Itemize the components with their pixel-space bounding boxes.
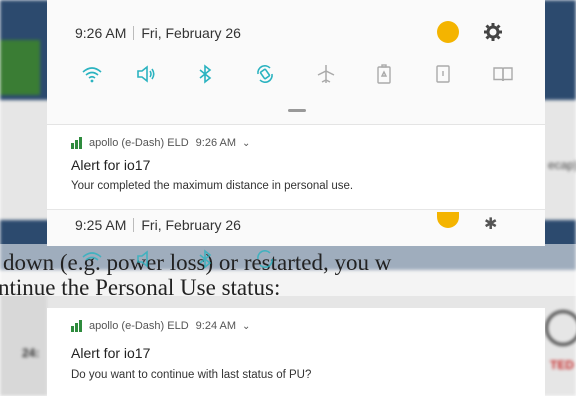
divider — [133, 26, 135, 40]
notification-time: 9:26 AM — [195, 137, 237, 149]
expand-chevron-icon[interactable]: ⌄ — [242, 138, 250, 149]
battery-saver-icon[interactable] — [373, 63, 395, 85]
background-side-text-left: 24: — [22, 346, 40, 360]
panel-drag-handle[interactable] — [288, 109, 306, 112]
status-row-2: 9:25 AM Fri, February 26 — [75, 214, 545, 236]
app-name-2: apollo (e-Dash) ELD — [89, 320, 189, 332]
book-icon[interactable] — [492, 63, 514, 85]
app-name: apollo (e-Dash) ELD — [89, 137, 189, 149]
wifi-icon[interactable] — [81, 63, 103, 85]
bluetooth-icon[interactable] — [194, 63, 216, 85]
flashlight-icon[interactable] — [432, 63, 454, 85]
date-label: Fri, February 26 — [141, 25, 241, 41]
divider-2 — [133, 218, 135, 232]
clock-time: 9:26 AM — [75, 25, 127, 41]
date-label-2: Fri, February 26 — [141, 217, 241, 233]
status-row: 9:26 AM Fri, February 26 — [75, 22, 545, 44]
quick-settings-row-2 — [47, 248, 545, 274]
expand-chevron-icon-2[interactable]: ⌄ — [242, 321, 250, 332]
app-logo-icon-2 — [71, 320, 83, 332]
bluetooth-icon-2[interactable] — [194, 248, 216, 270]
airplane-mode-icon[interactable] — [315, 63, 337, 85]
notification-title-2: Alert for io17 — [71, 345, 151, 361]
quick-settings-row — [47, 63, 545, 89]
notification-header: apollo (e-Dash) ELD 9:26 AM ⌄ — [71, 137, 250, 149]
auto-rotate-icon-2[interactable] — [254, 248, 276, 270]
sound-icon[interactable] — [135, 63, 157, 85]
app-logo-icon — [71, 137, 83, 149]
notification-card-1[interactable]: apollo (e-Dash) ELD 9:26 AM ⌄ Alert for … — [47, 124, 545, 209]
notification-body: Your completed the maximum distance in p… — [71, 180, 354, 192]
wifi-icon-2[interactable] — [81, 248, 103, 270]
notification-title: Alert for io17 — [71, 157, 151, 173]
background-side-text-red: TED — [550, 358, 574, 372]
notification-body-2: Do you want to continue with last status… — [71, 369, 312, 381]
background-left-strip — [0, 290, 47, 396]
notification-panel-bottom: 9:25 AM Fri, February 26 ✱ apollo (e-Das… — [47, 210, 545, 396]
notification-header-2: apollo (e-Dash) ELD 9:24 AM ⌄ — [71, 320, 250, 332]
clock-time-2: 9:25 AM — [75, 217, 127, 233]
notification-card-2[interactable]: apollo (e-Dash) ELD 9:24 AM ⌄ Alert for … — [47, 308, 545, 396]
sound-icon-2[interactable] — [135, 248, 157, 270]
notification-panel-top: 9:26 AM Fri, February 26 apollo (e-Dash)… — [47, 0, 545, 209]
auto-rotate-icon[interactable] — [254, 63, 276, 85]
background-gauge — [545, 310, 576, 346]
gear-icon-2[interactable]: ✱ — [484, 214, 497, 234]
background-side-text-right: ecap) — [548, 158, 576, 172]
notification-time-2: 9:24 AM — [195, 320, 237, 332]
brightness-sun-icon[interactable] — [437, 21, 459, 43]
gear-icon[interactable] — [483, 22, 503, 47]
background-green-block — [0, 40, 40, 95]
